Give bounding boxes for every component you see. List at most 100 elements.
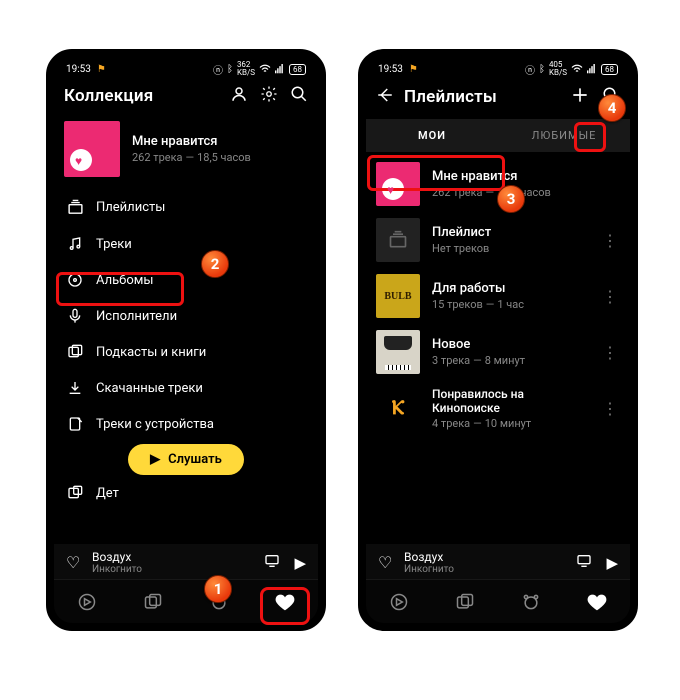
cover-kinopoisk: Ⲕ bbox=[376, 386, 420, 430]
callout-3: 3 bbox=[497, 185, 525, 213]
bt-icon: ᛒ bbox=[539, 64, 545, 75]
row-sub: 262 трека—18,5 часов bbox=[432, 186, 551, 199]
tab-collection[interactable] bbox=[272, 589, 298, 615]
cast-icon[interactable] bbox=[264, 553, 280, 573]
nfc-icon: ⓝ bbox=[213, 62, 223, 77]
page-title: Плейлисты bbox=[404, 87, 497, 107]
menu-label: Треки bbox=[96, 237, 132, 252]
artists-icon bbox=[66, 308, 84, 324]
nfc-icon: ⓝ bbox=[525, 62, 535, 77]
wifi-icon bbox=[259, 64, 271, 74]
menu-label: Дет bbox=[96, 486, 119, 501]
collection-header: Коллекция bbox=[54, 79, 318, 117]
menu-downloaded[interactable]: Скачанные треки bbox=[54, 370, 318, 406]
tab-collection[interactable] bbox=[584, 589, 610, 615]
status-time: 19:53 bbox=[66, 64, 91, 75]
tab-podcasts[interactable] bbox=[452, 589, 478, 615]
cover-bulb: BULB bbox=[376, 274, 420, 318]
playlists-header: Плейлисты bbox=[366, 79, 630, 119]
liked-playlist-row[interactable]: Мне нравится 262 трека—18,5 часов bbox=[54, 117, 318, 185]
menu-device-tracks[interactable]: Треки с устройства bbox=[54, 406, 318, 442]
menu-label: Альбомы bbox=[96, 273, 154, 288]
more-icon[interactable]: ⋮ bbox=[602, 231, 620, 250]
callout-2: 2 bbox=[201, 250, 229, 278]
more-icon[interactable]: ⋮ bbox=[602, 399, 620, 418]
menu-tracks[interactable]: Треки bbox=[54, 226, 318, 262]
tab-home[interactable] bbox=[386, 589, 412, 615]
tab-bar bbox=[54, 579, 318, 623]
row-title: Плейлист bbox=[432, 225, 491, 240]
listen-button[interactable]: ▶ Слушать bbox=[128, 444, 244, 475]
status-bar: 19:53 ⚑ ⓝ ᛒ 362KB/S 68 bbox=[54, 57, 318, 79]
tab-podcasts[interactable] bbox=[140, 589, 166, 615]
status-notif-icon: ⚑ bbox=[97, 64, 106, 75]
playlist-row[interactable]: Ⲕ Понравилось на Кинопоиске 4 трека—10 м… bbox=[366, 380, 630, 436]
menu-playlists[interactable]: Плейлисты bbox=[54, 189, 318, 226]
net-speed: 362KB/S bbox=[237, 61, 255, 77]
status-bar: 19:53 ⚑ ⓝ ᛒ 405KB/S 68 bbox=[366, 57, 630, 79]
wifi-icon bbox=[571, 64, 583, 74]
row-sub: 15 треков—1 час bbox=[432, 298, 524, 311]
menu-label: Подкасты и книги bbox=[96, 345, 206, 360]
playlist-row[interactable]: Новое 3 трека—8 минут ⋮ bbox=[366, 324, 630, 380]
search-icon[interactable] bbox=[290, 85, 308, 107]
menu-podcasts[interactable]: Подкасты и книги bbox=[54, 334, 318, 370]
play-icon[interactable]: ▶ bbox=[606, 554, 618, 572]
collection-menu: Плейлисты Треки Альбомы Исполнители Подк… bbox=[54, 185, 318, 511]
signal-icon bbox=[587, 64, 597, 74]
signal-icon bbox=[275, 64, 285, 74]
play-icon: ▶ bbox=[150, 452, 160, 467]
row-title: Для работы bbox=[432, 281, 524, 296]
heart-icon[interactable]: ♡ bbox=[378, 553, 394, 572]
tracks-icon bbox=[66, 236, 84, 252]
menu-albums[interactable]: Альбомы bbox=[54, 262, 318, 298]
battery-icon: 68 bbox=[289, 64, 306, 75]
add-icon[interactable] bbox=[570, 85, 590, 109]
settings-icon[interactable] bbox=[260, 85, 278, 107]
playlist-row[interactable]: BULB Для работы 15 треков—1 час ⋮ bbox=[366, 268, 630, 324]
tab-home[interactable] bbox=[74, 589, 100, 615]
playlists-icon bbox=[66, 199, 84, 216]
download-icon bbox=[66, 380, 84, 396]
now-playing-bar[interactable]: ♡ Воздух Инкогнито ▶ bbox=[54, 544, 318, 581]
cast-icon[interactable] bbox=[576, 553, 592, 573]
segmented-control: МОИ ЛЮБИМЫЕ bbox=[366, 119, 630, 152]
more-icon[interactable]: ⋮ bbox=[602, 287, 620, 306]
tab-kids[interactable] bbox=[518, 589, 544, 615]
menu-kids[interactable]: Дет bbox=[54, 481, 318, 511]
net-speed: 405KB/S bbox=[549, 61, 567, 77]
liked-sub: 262 трека—18,5 часов bbox=[132, 151, 251, 164]
row-title: Новое bbox=[432, 337, 525, 352]
heart-icon[interactable]: ♡ bbox=[66, 553, 82, 572]
seg-favorites[interactable]: ЛЮБИМЫЕ bbox=[498, 119, 630, 152]
row-title: Мне нравится bbox=[432, 169, 551, 184]
callout-4: 4 bbox=[598, 94, 626, 122]
liked-title: Мне нравится bbox=[132, 134, 251, 149]
tab-bar bbox=[366, 579, 630, 623]
liked-cover bbox=[64, 121, 120, 177]
phone-left: 19:53 ⚑ ⓝ ᛒ 362KB/S 68 Коллекция bbox=[46, 49, 326, 631]
np-artist: Инкогнито bbox=[404, 564, 454, 575]
menu-artists[interactable]: Исполнители bbox=[54, 298, 318, 334]
play-icon[interactable]: ▶ bbox=[294, 554, 306, 572]
listen-label: Слушать bbox=[168, 452, 222, 467]
menu-label: Скачанные треки bbox=[96, 381, 203, 396]
profile-icon[interactable] bbox=[230, 85, 248, 107]
menu-label: Исполнители bbox=[96, 309, 177, 324]
menu-label: Треки с устройства bbox=[96, 417, 214, 432]
row-sub: 3 трека—8 минут bbox=[432, 354, 525, 367]
bt-icon: ᛒ bbox=[227, 64, 233, 75]
np-artist: Инкогнито bbox=[92, 564, 142, 575]
back-icon[interactable] bbox=[376, 86, 394, 108]
page-title: Коллекция bbox=[64, 86, 153, 106]
albums-icon bbox=[66, 272, 84, 288]
seg-my[interactable]: МОИ bbox=[366, 119, 498, 152]
playlist-row[interactable]: Плейлист Нет треков ⋮ bbox=[366, 212, 630, 268]
menu-label: Плейлисты bbox=[96, 200, 165, 215]
battery-icon: 68 bbox=[601, 64, 618, 75]
now-playing-bar[interactable]: ♡ Воздух Инкогнито ▶ bbox=[366, 544, 630, 581]
podcasts-icon bbox=[66, 344, 84, 360]
status-time: 19:53 bbox=[378, 64, 403, 75]
cover-piano bbox=[376, 330, 420, 374]
more-icon[interactable]: ⋮ bbox=[602, 343, 620, 362]
